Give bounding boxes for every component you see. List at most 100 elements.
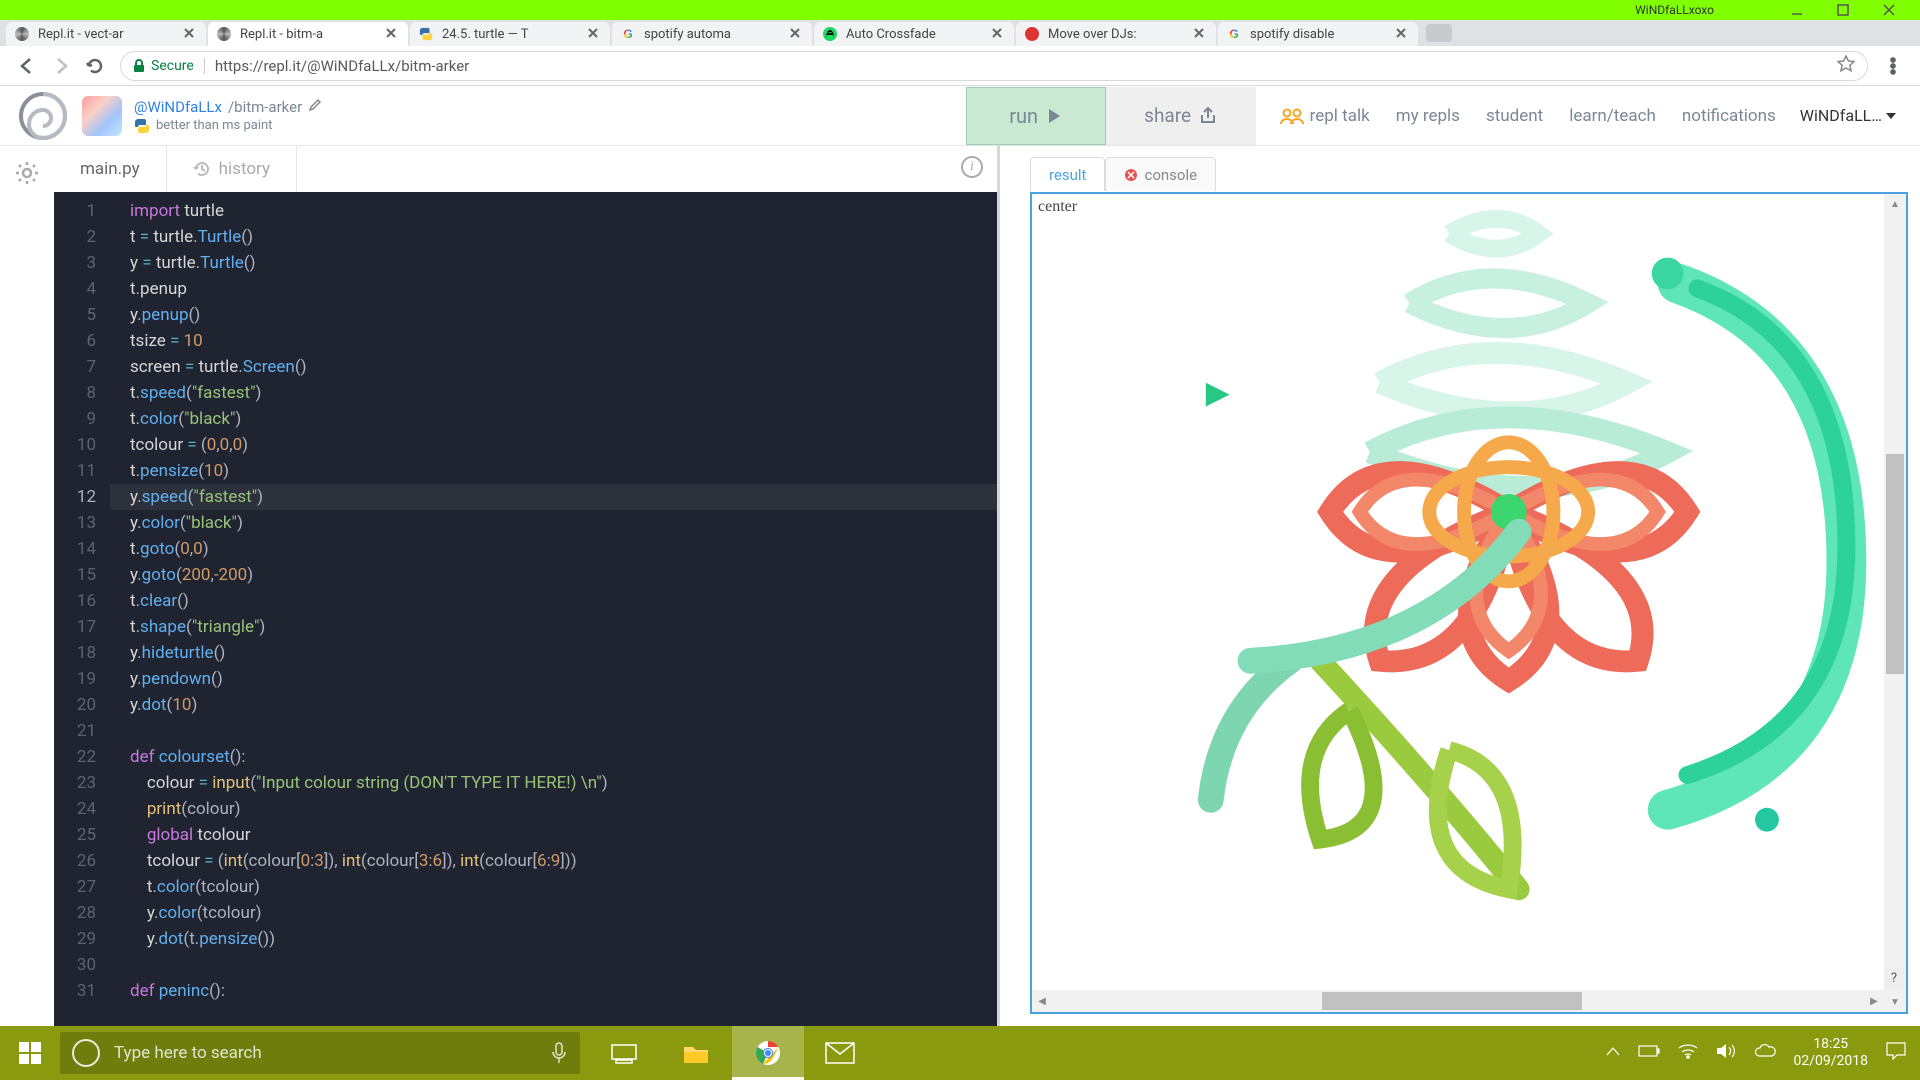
code-line[interactable]: t.color("black") [110, 406, 997, 432]
nav-notifications[interactable]: notifications [1682, 106, 1776, 126]
code-line[interactable]: t.shape("triangle") [110, 614, 997, 640]
user-dropdown[interactable]: WiNDfaLL… [1800, 106, 1902, 125]
tab-close-icon[interactable] [992, 27, 1006, 41]
battery-icon[interactable] [1638, 1045, 1660, 1061]
os-titlebar: WiNDfaLLxoxo [0, 0, 1920, 20]
settings-gear-icon[interactable] [14, 160, 40, 190]
canvas-help-button[interactable]: ? [1884, 968, 1904, 988]
code-line[interactable]: screen = turtle.Screen() [110, 354, 997, 380]
bookmark-star-icon[interactable] [1837, 55, 1855, 77]
new-tab-button[interactable] [1426, 24, 1452, 42]
scroll-right-arrow-icon[interactable]: ▶ [1864, 990, 1884, 1012]
code-line[interactable]: y.speed("fastest") [110, 484, 997, 510]
code-line[interactable]: y.color(tcolour) [110, 900, 997, 926]
replit-logo-icon[interactable] [18, 91, 68, 141]
window-maximize-button[interactable] [1820, 0, 1866, 20]
browser-tab[interactable]: Gspotify automa [612, 22, 812, 46]
nav-back-button[interactable] [10, 49, 44, 83]
address-bar[interactable]: Secure https://repl.it/@WiNDfaLLx/bitm-a… [120, 51, 1868, 81]
run-button[interactable]: run [966, 87, 1106, 145]
scroll-left-arrow-icon[interactable]: ◀ [1032, 990, 1052, 1012]
taskbar-clock[interactable]: 18:25 02/09/2018 [1794, 1036, 1869, 1071]
tab-favicon-icon [1024, 26, 1040, 42]
code-line[interactable]: def colourset(): [110, 744, 997, 770]
turtle-canvas[interactable]: center [1030, 192, 1908, 1014]
code-line[interactable]: y = turtle.Turtle() [110, 250, 997, 276]
action-center-icon[interactable] [1886, 1042, 1906, 1064]
onedrive-icon[interactable] [1754, 1044, 1776, 1062]
tab-close-icon[interactable] [184, 27, 198, 41]
nav-forward-button[interactable] [44, 49, 78, 83]
code-line[interactable]: t.penup [110, 276, 997, 302]
code-line[interactable] [110, 952, 997, 978]
code-line[interactable]: t.speed("fastest") [110, 380, 997, 406]
taskbar-app-mail[interactable] [804, 1026, 876, 1080]
task-view-button[interactable] [588, 1026, 660, 1080]
taskbar-app-file-explorer[interactable] [660, 1026, 732, 1080]
hscroll-thumb[interactable] [1322, 992, 1582, 1010]
code-line[interactable]: y.dot(10) [110, 692, 997, 718]
code-line[interactable]: t.color(tcolour) [110, 874, 997, 900]
browser-tab[interactable]: 24.5. turtle — T [410, 22, 610, 46]
code-line[interactable]: tcolour = (0,0,0) [110, 432, 997, 458]
nav-learn-teach[interactable]: learn/teach [1569, 106, 1656, 126]
nav-repl-talk[interactable]: repl talk [1280, 106, 1370, 126]
chrome-menu-button[interactable] [1876, 49, 1910, 83]
code-line[interactable]: global tcolour [110, 822, 997, 848]
code-editor[interactable]: 1234567891011121314151617181920212223242… [54, 192, 997, 1026]
code-line[interactable]: tcolour = (int(colour[0:3]), int(colour[… [110, 848, 997, 874]
tab-close-icon[interactable] [790, 27, 804, 41]
code-line[interactable] [110, 718, 997, 744]
tab-close-icon[interactable] [588, 27, 602, 41]
file-tab-main[interactable]: main.py [54, 146, 167, 192]
scroll-down-arrow-icon[interactable]: ▼ [1884, 992, 1906, 1012]
edit-title-icon[interactable] [308, 98, 322, 116]
code-line[interactable]: t = turtle.Turtle() [110, 224, 997, 250]
output-tab-console[interactable]: console [1105, 157, 1216, 191]
code-line[interactable]: t.pensize(10) [110, 458, 997, 484]
window-close-button[interactable] [1866, 0, 1912, 20]
scroll-up-arrow-icon[interactable]: ▲ [1884, 194, 1906, 214]
nav-student[interactable]: student [1486, 106, 1543, 126]
start-button[interactable] [0, 1026, 60, 1080]
output-tab-result[interactable]: result [1030, 157, 1105, 191]
browser-tab[interactable]: Repl.it - vect-ar [6, 22, 206, 46]
code-line[interactable]: y.color("black") [110, 510, 997, 536]
editor-info-icon[interactable]: i [961, 156, 983, 178]
code-line[interactable]: tsize = 10 [110, 328, 997, 354]
browser-tab[interactable]: Move over DJs: [1016, 22, 1216, 46]
code-line[interactable]: t.goto(0,0) [110, 536, 997, 562]
microphone-icon[interactable] [550, 1042, 568, 1064]
tab-close-icon[interactable] [386, 27, 400, 41]
code-line[interactable]: colour = input("Input colour string (DON… [110, 770, 997, 796]
wifi-icon[interactable] [1678, 1043, 1698, 1063]
canvas-horizontal-scrollbar[interactable]: ◀ ▶ [1032, 990, 1884, 1012]
taskbar-search[interactable]: Type here to search [60, 1032, 580, 1074]
code-line[interactable]: y.pendown() [110, 666, 997, 692]
window-minimize-button[interactable] [1774, 0, 1820, 20]
canvas-vertical-scrollbar[interactable]: ▲ ▼ [1884, 194, 1906, 1012]
volume-icon[interactable] [1716, 1043, 1736, 1063]
tab-close-icon[interactable] [1194, 27, 1208, 41]
code-line[interactable]: y.goto(200,-200) [110, 562, 997, 588]
code-line[interactable]: y.penup() [110, 302, 997, 328]
vscroll-thumb[interactable] [1886, 454, 1904, 674]
browser-tab[interactable]: Repl.it - bitm-a [208, 22, 408, 46]
user-avatar[interactable] [82, 96, 122, 136]
code-line[interactable]: print(colour) [110, 796, 997, 822]
taskbar-app-chrome[interactable] [732, 1026, 804, 1080]
code-line[interactable]: def peninc(): [110, 978, 997, 1004]
tab-close-icon[interactable] [1396, 27, 1410, 41]
nav-my-repls[interactable]: my repls [1396, 106, 1460, 126]
browser-tab[interactable]: Gspotify disable [1218, 22, 1418, 46]
tray-expand-icon[interactable] [1606, 1045, 1620, 1061]
code-line[interactable]: t.clear() [110, 588, 997, 614]
code-line[interactable]: y.dot(t.pensize()) [110, 926, 997, 952]
nav-reload-button[interactable] [78, 49, 112, 83]
code-line[interactable]: y.hideturtle() [110, 640, 997, 666]
share-button[interactable]: share [1106, 87, 1256, 145]
code-line[interactable]: import turtle [110, 198, 997, 224]
file-tab-history[interactable]: history [167, 146, 297, 192]
browser-tab[interactable]: Auto Crossfade [814, 22, 1014, 46]
project-owner-link[interactable]: @WiNDfaLLx [134, 98, 222, 116]
